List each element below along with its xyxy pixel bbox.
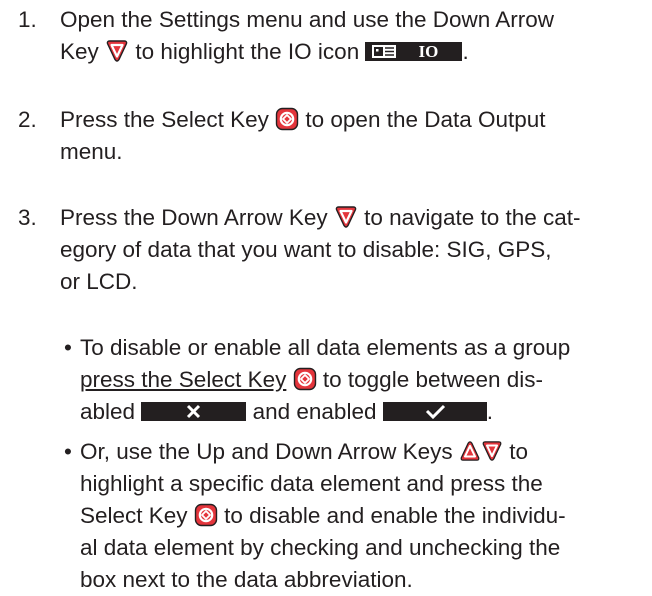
step-text: Press the Down Arrow Key to navigate to … xyxy=(60,202,640,298)
step-number: 3. xyxy=(18,205,37,230)
step-number: 1. xyxy=(18,7,37,32)
io-glyph-icon xyxy=(372,44,397,58)
text-run: to navigate to the cat- xyxy=(364,205,581,230)
bullet-dot: • xyxy=(64,335,72,360)
io-menu-icon: IO xyxy=(365,41,463,61)
text-run: Press the Select Key xyxy=(60,107,269,132)
bullet-text: To disable or enable all data elements a… xyxy=(80,332,634,428)
step-line: Open the Settings menu and use the Down … xyxy=(60,7,555,32)
select-key-icon xyxy=(275,107,299,131)
bullet-line: Or, use the Up and Down Arrow Keys to xyxy=(80,436,634,468)
step-line: Press the Down Arrow Key to navigate to … xyxy=(60,202,640,234)
bullet-dot: • xyxy=(64,439,72,464)
text-run: Press the Down Arrow Key xyxy=(60,205,328,230)
step-3: 3. Press the Down Arrow Key to navigate … xyxy=(18,202,640,298)
step-text: Press the Select Key to open the Data Ou… xyxy=(60,104,640,168)
text-run: to open the Data Output xyxy=(305,107,546,132)
bullet-line: highlight a specific data element and pr… xyxy=(80,471,543,496)
select-key-icon xyxy=(293,367,317,391)
bullet-2: • Or, use the Up and Down Arrow Keys to … xyxy=(64,436,634,596)
text-run: to xyxy=(509,439,528,464)
bullet-line: al data element by checking and unchecki… xyxy=(80,535,561,560)
text-run: to disable and enable the individu- xyxy=(224,503,566,528)
step-line: egory of data that you want to disable: … xyxy=(60,237,552,262)
text-run: Or, use the Up and Down Arrow Keys xyxy=(80,439,453,464)
step-number: 2. xyxy=(18,107,37,132)
text-run: press the Select Key xyxy=(80,367,287,392)
text-run: . xyxy=(462,39,469,64)
down-arrow-key-icon xyxy=(105,39,129,63)
down-arrow-key-icon xyxy=(334,205,358,229)
step-1: 1. Open the Settings menu and use the Do… xyxy=(18,4,640,68)
step-2: 2. Press the Select Key to open the Data… xyxy=(18,104,640,168)
step-line: or LCD. xyxy=(60,269,138,294)
select-key-icon xyxy=(194,503,218,527)
bullet-line: press the Select Key to toggle between d… xyxy=(80,364,634,396)
step-line: Key to highlight the IO icon IO . xyxy=(60,36,640,68)
bullet-line: box next to the data abbreviation. xyxy=(80,567,413,592)
step-line: menu. xyxy=(60,139,123,164)
bullet-1: • To disable or enable all data elements… xyxy=(64,332,634,428)
bullet-line: To disable or enable all data elements a… xyxy=(80,335,571,360)
disabled-x-icon xyxy=(141,401,247,421)
text-run: to highlight the IO icon xyxy=(135,39,360,64)
down-arrow-key-icon xyxy=(481,439,503,463)
bullet-line: abled and enabled . xyxy=(80,396,634,428)
enabled-check-icon xyxy=(382,401,487,421)
bullet-text: Or, use the Up and Down Arrow Keys to hi… xyxy=(80,436,634,596)
step-line: Press the Select Key to open the Data Ou… xyxy=(60,104,640,136)
bullet-line: Select Key to disable and enable the ind… xyxy=(80,500,634,532)
check-mark-icon xyxy=(425,404,445,419)
up-arrow-key-icon xyxy=(459,439,481,463)
text-run: and enabled xyxy=(252,399,377,424)
x-mark-icon xyxy=(187,404,201,418)
io-label: IO xyxy=(418,41,439,61)
text-run: abled xyxy=(80,399,136,424)
manual-page: 1. Open the Settings menu and use the Do… xyxy=(0,0,652,592)
text-run: Key xyxy=(60,39,99,64)
text-run: Select Key xyxy=(80,503,188,528)
step-text: Open the Settings menu and use the Down … xyxy=(60,4,640,68)
text-run: . xyxy=(486,399,493,424)
text-run: to toggle between dis- xyxy=(322,367,544,392)
